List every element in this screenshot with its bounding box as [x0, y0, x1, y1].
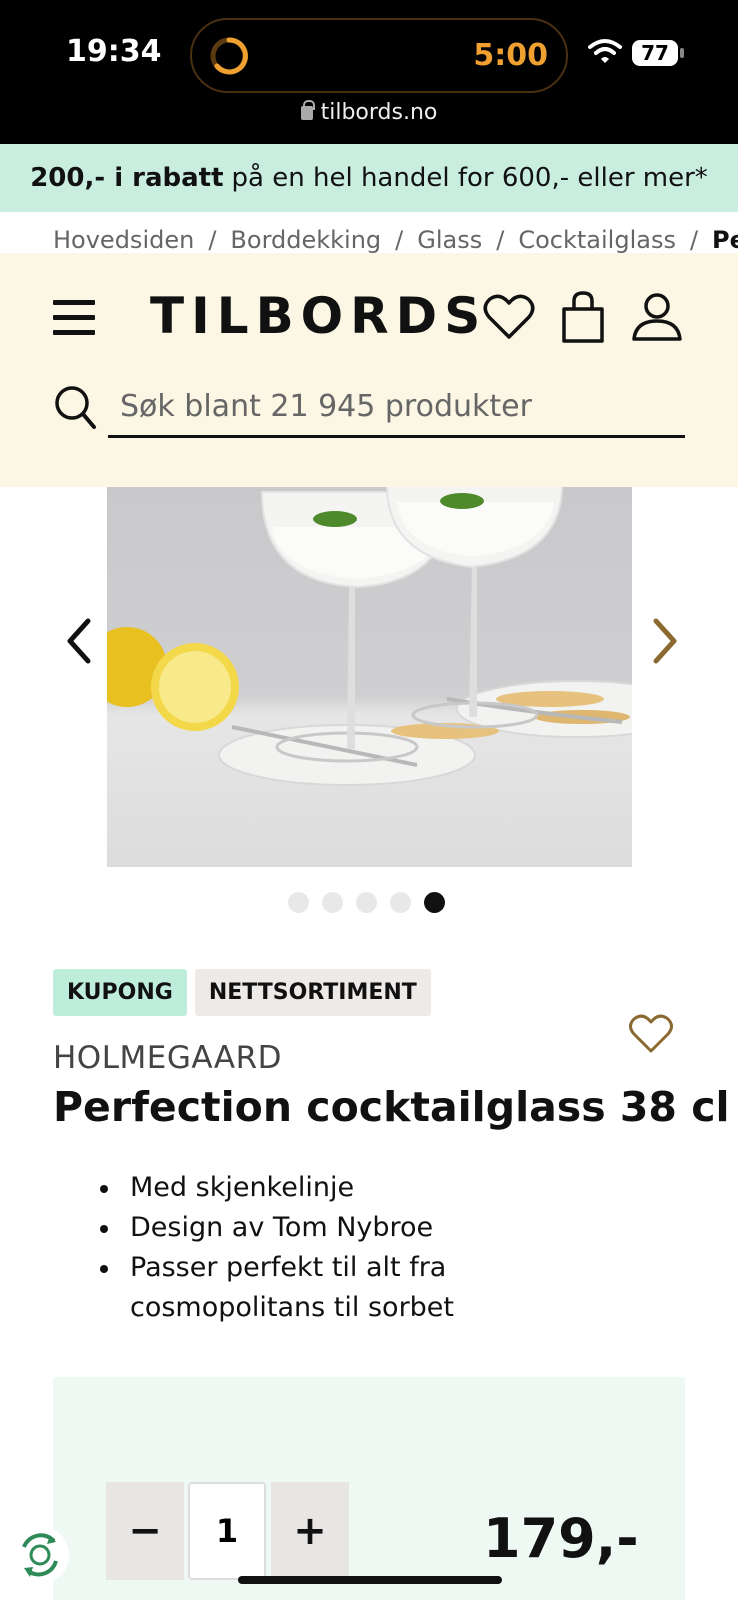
product-features: Med skjenkelinje Design av Tom Nybroe Pa… [100, 1168, 550, 1328]
product-price: 179,- [483, 1507, 639, 1570]
coupon-badge: KUPONG [53, 969, 187, 1016]
battery-indicator: 77 [632, 40, 684, 66]
product-image[interactable] [107, 487, 632, 867]
quantity-increase-button[interactable]: + [271, 1482, 349, 1580]
promo-bold: 200,- i rabatt [30, 163, 224, 193]
recycle-icon[interactable] [10, 1525, 70, 1585]
carousel-dot[interactable] [390, 892, 411, 913]
feature-item: Design av Tom Nybroe [100, 1208, 550, 1248]
url-bar[interactable]: tilbords.no [0, 100, 738, 125]
favorite-heart-icon[interactable] [628, 1013, 674, 1055]
buy-panel: − + 179,- [53, 1377, 685, 1600]
user-icon[interactable] [630, 291, 684, 343]
product-carousel [0, 487, 738, 913]
online-only-badge: NETTSORTIMENT [194, 969, 431, 1016]
quantity-input[interactable] [188, 1482, 266, 1580]
carousel-dot[interactable] [356, 892, 377, 913]
feature-item: Med skjenkelinje [100, 1168, 550, 1208]
status-bar: 19:34 5:00 77 tilbords.no [0, 0, 738, 144]
url-text: tilbords.no [320, 100, 438, 125]
breadcrumb-item[interactable]: Hovedsiden [53, 226, 194, 254]
heart-icon[interactable] [482, 291, 536, 343]
product-badges: KUPONG NETTSORTIMENT [53, 969, 431, 1016]
home-indicator[interactable] [238, 1576, 502, 1584]
menu-icon[interactable] [53, 300, 95, 336]
product-brand[interactable]: HOLMEGAARD [53, 1040, 282, 1076]
promo-banner[interactable]: 200,- i rabatt på en hel handel for 600,… [0, 144, 738, 212]
product-title: Perfection cocktailglass 38 cl [53, 1083, 730, 1131]
search-bar [53, 378, 685, 438]
quantity-decrease-button[interactable]: − [106, 1482, 184, 1580]
carousel-dot-active[interactable] [424, 892, 445, 913]
search-icon[interactable] [53, 384, 97, 430]
dynamic-island[interactable]: 5:00 [190, 18, 568, 93]
cart-icon[interactable] [556, 291, 610, 343]
carousel-dots [288, 892, 445, 922]
breadcrumb-item[interactable]: Borddekking [230, 226, 381, 254]
carousel-dot[interactable] [322, 892, 343, 913]
promo-text: på en hel handel for 600,- eller mer* [231, 163, 708, 193]
site-header: TILBORDS [0, 253, 738, 487]
breadcrumb: Hovedsiden / Borddekking / Glass / Cocktailgla… [53, 226, 738, 254]
breadcrumb-current: Perfection cocktailglass 38 cl [712, 226, 738, 254]
chevron-right-icon[interactable] [648, 615, 684, 667]
breadcrumb-item[interactable]: Cocktailglass [518, 226, 676, 254]
wifi-icon [588, 39, 622, 63]
timer-icon [210, 37, 248, 75]
site-logo[interactable]: TILBORDS [150, 287, 487, 345]
timer-value: 5:00 [473, 38, 548, 73]
feature-item: Passer perfekt til alt fra cosmopolitans… [100, 1248, 550, 1328]
search-input[interactable] [108, 378, 685, 438]
lock-icon [300, 100, 315, 120]
breadcrumb-item[interactable]: Glass [417, 226, 482, 254]
carousel-dot[interactable] [288, 892, 309, 913]
status-time: 19:34 [66, 34, 162, 69]
chevron-left-icon[interactable] [60, 615, 96, 667]
